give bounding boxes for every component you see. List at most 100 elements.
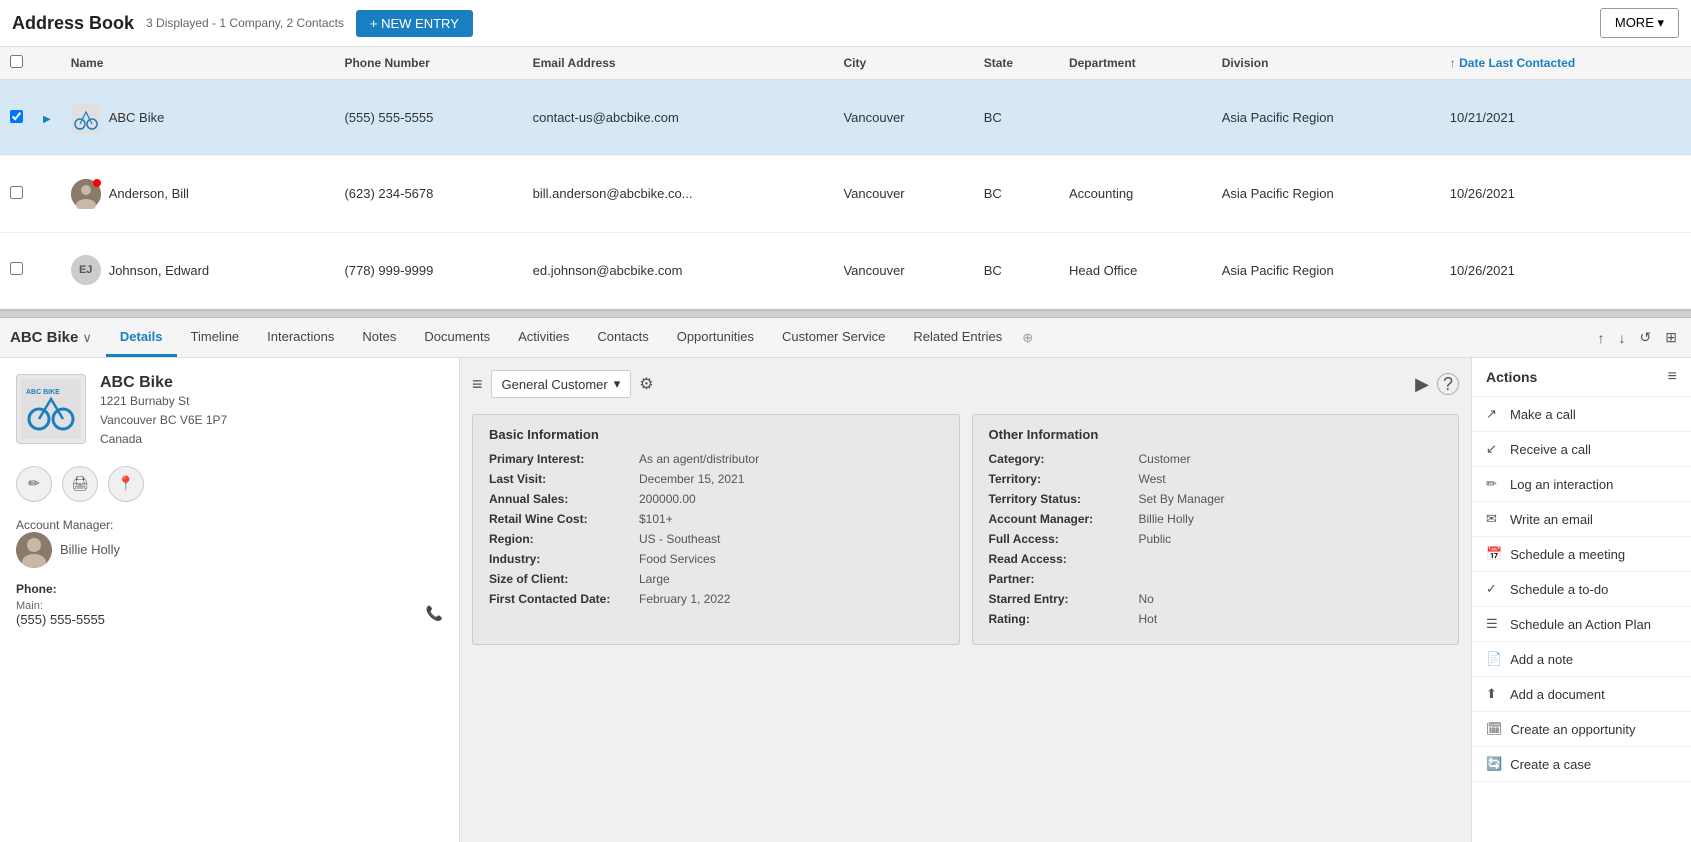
scroll-up-button[interactable]: ↑ [1594,328,1609,348]
info-value: Public [1139,532,1172,546]
scroll-down-button[interactable]: ↓ [1615,328,1630,348]
print-button[interactable]: 🖨 [62,466,98,502]
row-checkbox[interactable] [10,110,23,123]
help-icon[interactable]: ? [1437,373,1459,395]
action-schedule-an-action-plan[interactable]: ☰Schedule an Action Plan [1472,607,1691,642]
info-label: Territory Status: [989,492,1139,506]
row-phone: (623) 234-5678 [334,156,522,232]
row-expand-arrow[interactable] [33,156,61,232]
tab-notes[interactable]: Notes [348,319,410,357]
map-button[interactable]: 📍 [108,466,144,502]
row-date: 10/26/2021 [1440,156,1691,232]
entity-dropdown-icon[interactable]: ∨ [82,330,92,346]
tab-contacts[interactable]: Contacts [583,319,662,357]
other-info-title: Other Information [989,427,1443,442]
tab-opportunities[interactable]: Opportunities [663,319,768,357]
action-label: Make a call [1510,407,1576,422]
info-label: Last Visit: [489,472,639,486]
refresh-button[interactable]: ↺ [1636,327,1656,348]
actions-panel: Actions ≡ ↗Make a call↙Receive a call✏Lo… [1471,358,1691,842]
phone-icon[interactable]: 📞 [426,605,443,622]
table-row[interactable]: EJJohnson, Edward(778) 999-9999ed.johnso… [0,232,1691,308]
row-checkbox[interactable] [10,186,23,199]
row-expand-arrow[interactable]: ▶ [33,80,61,156]
col-header-department[interactable]: Department [1059,47,1212,80]
info-field-row: Territory Status:Set By Manager [989,492,1443,506]
col-header-name[interactable]: Name [61,47,335,80]
add-tab-button[interactable]: ⊕ [1016,322,1039,354]
tab-related-entries[interactable]: Related Entries [899,319,1016,357]
tab-customer-service[interactable]: Customer Service [768,319,899,357]
action-schedule-a-meeting[interactable]: 📅Schedule a meeting [1472,537,1691,572]
info-label: First Contacted Date: [489,592,639,606]
phone-label: Phone: [16,582,443,596]
info-label: Full Access: [989,532,1139,546]
info-label: Rating: [989,612,1139,626]
tab-details[interactable]: Details [106,319,177,357]
action-create-an-opportunity[interactable]: 🗓Create an opportunity [1472,712,1691,747]
action-icon: 🗓 [1486,721,1503,737]
action-icon: ✏ [1486,476,1502,492]
action-receive-a-call[interactable]: ↙Receive a call [1472,432,1691,467]
new-entry-button[interactable]: + NEW ENTRY [356,10,473,37]
action-write-an-email[interactable]: ✉Write an email [1472,502,1691,537]
action-icon: 📄 [1486,651,1502,667]
address-table: Name Phone Number Email Address City Sta… [0,47,1691,309]
info-value: West [1139,472,1166,486]
basic-info-title: Basic Information [489,427,943,442]
tab-documents[interactable]: Documents [410,319,504,357]
edit-button[interactable]: ✏ [16,466,52,502]
other-info-fields: Category:CustomerTerritory:WestTerritory… [989,452,1443,626]
info-field-row: Region:US - Southeast [489,532,943,546]
more-button[interactable]: MORE ▾ [1600,8,1679,38]
layout-button[interactable]: ⊞ [1661,327,1681,348]
phone-row: Main: (555) 555-5555 📞 [16,600,443,627]
tab-interactions[interactable]: Interactions [253,319,348,357]
action-schedule-a-to-do[interactable]: ✓Schedule a to-do [1472,572,1691,607]
action-icon: ⬆ [1486,686,1502,702]
table-row[interactable]: ▶ABC Bike(555) 555-5555contact-us@abcbik… [0,80,1691,156]
info-value: Food Services [639,552,716,566]
info-field-row: Last Visit:December 15, 2021 [489,472,943,486]
action-add-a-note[interactable]: 📄Add a note [1472,642,1691,677]
action-add-a-document[interactable]: ⬆Add a document [1472,677,1691,712]
account-manager-section: Account Manager: Billie Holly [16,518,443,568]
info-label: Partner: [989,572,1139,586]
company-info: ABC Bike 1221 Burnaby St Vancouver BC V6… [100,374,227,450]
info-field-row: Read Access: [989,552,1443,566]
filter-icon[interactable]: ≡ [472,374,483,395]
table-row[interactable]: Anderson, Bill(623) 234-5678bill.anderso… [0,156,1691,232]
info-value: Set By Manager [1139,492,1225,506]
col-header-state[interactable]: State [974,47,1059,80]
row-name: Anderson, Bill [109,186,189,201]
company-logo-small [71,103,101,133]
action-create-a-case[interactable]: 🔄Create a case [1472,747,1691,782]
action-make-a-call[interactable]: ↗Make a call [1472,397,1691,432]
gear-icon[interactable]: ⚙ [639,374,653,394]
row-expand-arrow[interactable] [33,232,61,308]
col-header-date[interactable]: ↑ Date Last Contacted [1440,47,1691,80]
col-header-division[interactable]: Division [1212,47,1440,80]
action-log-an-interaction[interactable]: ✏Log an interaction [1472,467,1691,502]
row-state: BC [974,156,1059,232]
select-all-checkbox[interactable] [10,55,23,68]
address-book-section: Address Book 3 Displayed - 1 Company, 2 … [0,0,1691,310]
bottom-section: ABC Bike ∨ DetailsTimelineInteractionsNo… [0,318,1691,842]
customer-type-dropdown[interactable]: General Customer ▾ [491,370,632,398]
tab-timeline[interactable]: Timeline [177,319,254,357]
actions-header: Actions ≡ [1472,358,1691,397]
select-all-header[interactable] [0,47,33,80]
col-header-email[interactable]: Email Address [523,47,834,80]
manager-avatar [16,532,52,568]
col-header-city[interactable]: City [833,47,973,80]
actions-menu-icon[interactable]: ≡ [1668,368,1677,386]
video-icon[interactable]: ▶ [1415,374,1429,395]
col-header-phone[interactable]: Phone Number [334,47,522,80]
info-field-row: Category:Customer [989,452,1443,466]
tab-activities[interactable]: Activities [504,319,583,357]
row-checkbox[interactable] [10,262,23,275]
left-panel: ABC BIKE ABC Bike 1221 Burnaby St Vancou… [0,358,460,842]
manager-name: Billie Holly [60,542,120,557]
page-title: Address Book [12,13,134,34]
row-city: Vancouver [833,232,973,308]
